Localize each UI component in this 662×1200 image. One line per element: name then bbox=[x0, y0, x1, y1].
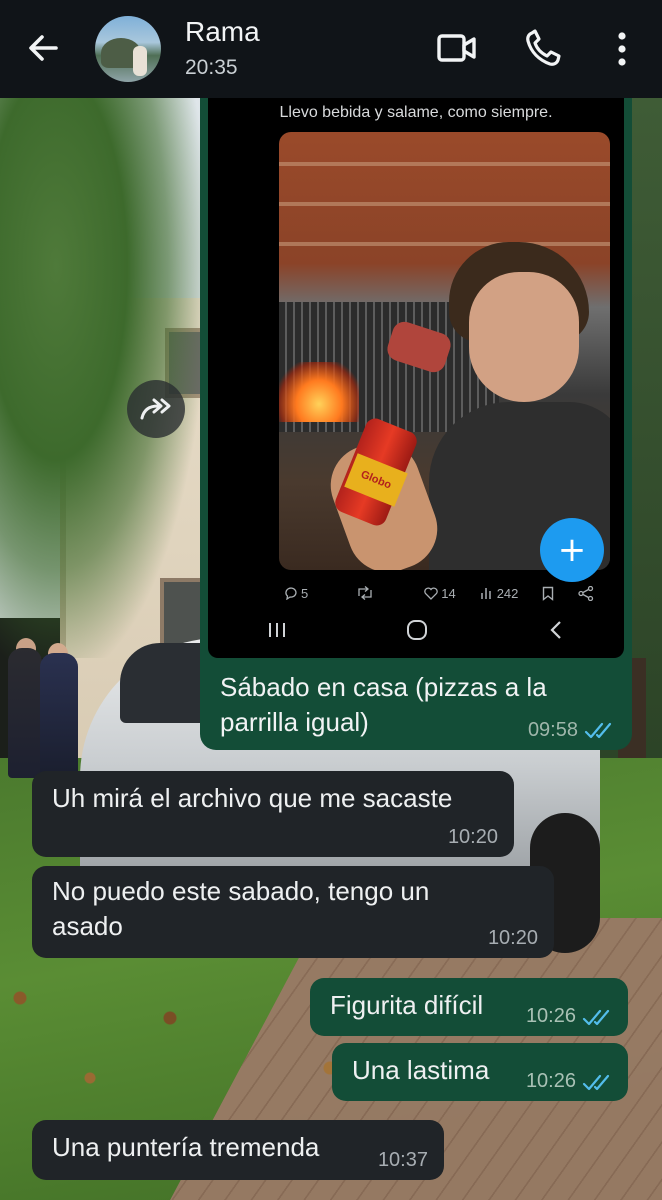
views-icon bbox=[480, 588, 491, 599]
message-text: Una lastima bbox=[352, 1055, 490, 1085]
message-time: 10:20 bbox=[447, 826, 498, 848]
heart-icon bbox=[424, 586, 438, 600]
back-nav-icon bbox=[550, 621, 561, 639]
message-time: 10:26 bbox=[525, 1070, 576, 1092]
message-text: Figurita difícil bbox=[330, 990, 484, 1020]
contact-avatar[interactable] bbox=[95, 16, 161, 82]
read-ticks-icon bbox=[582, 1009, 610, 1026]
message-time: 10:37 bbox=[377, 1149, 428, 1171]
more-options-icon[interactable] bbox=[608, 28, 636, 70]
brick-line bbox=[279, 162, 610, 166]
share-icon bbox=[578, 585, 594, 601]
last-seen-time: 20:35 bbox=[185, 56, 238, 79]
avatar-person bbox=[133, 46, 147, 76]
view-count-value: 242 bbox=[496, 585, 519, 601]
incoming-message[interactable]: Una puntería tremenda 10:37 bbox=[32, 1120, 444, 1180]
bookmark-icon bbox=[543, 586, 554, 601]
incoming-message[interactable]: Uh mirá el archivo que me sacaste 10:20 bbox=[32, 771, 514, 857]
like-count: 14 bbox=[424, 585, 456, 601]
message-text: Una puntería tremenda bbox=[52, 1132, 320, 1162]
outgoing-message[interactable]: Una lastima 10:26 bbox=[332, 1043, 628, 1101]
message-meta: 09:58 bbox=[528, 719, 616, 742]
wallpaper-person bbox=[40, 653, 78, 778]
outgoing-message[interactable]: Figurita difícil 10:26 bbox=[310, 978, 628, 1036]
forward-button[interactable] bbox=[127, 380, 185, 438]
phone-icon[interactable] bbox=[524, 28, 562, 68]
wallpaper-trees bbox=[0, 98, 200, 658]
outgoing-image-message[interactable]: Llevo bebida y salame, como siempre. Glo… bbox=[200, 98, 632, 750]
brick-line bbox=[279, 242, 610, 246]
compose-fab-plus-icon: + bbox=[540, 518, 604, 582]
reply-icon bbox=[285, 587, 297, 600]
like-count-value: 14 bbox=[441, 585, 456, 601]
message-text: Uh mirá el archivo que me sacaste bbox=[52, 783, 453, 813]
video-call-icon[interactable] bbox=[436, 30, 478, 66]
person-face bbox=[469, 272, 579, 402]
reply-count: 5 bbox=[284, 586, 308, 601]
android-nav-bar bbox=[208, 612, 624, 648]
forward-icon bbox=[140, 398, 171, 420]
wallpaper-person bbox=[8, 648, 42, 778]
retweet-icon bbox=[358, 586, 372, 600]
retweet bbox=[356, 586, 374, 600]
contact-name[interactable]: Rama bbox=[185, 16, 260, 48]
message-text: No puedo este sabado, tengo un asado bbox=[52, 876, 430, 941]
brick-line bbox=[279, 202, 610, 206]
tweet-text: Llevo bebida y salame, como siempre. bbox=[279, 104, 553, 121]
tweet-actions: 5 14 242 bbox=[284, 582, 614, 604]
recent-apps-icon bbox=[269, 623, 286, 637]
message-time: 10:20 bbox=[487, 927, 538, 949]
message-time: 10:26 bbox=[525, 1005, 576, 1027]
fire bbox=[279, 362, 359, 422]
incoming-message[interactable]: No puedo este sabado, tengo un asado 10:… bbox=[32, 866, 554, 958]
message-time: 09:58 bbox=[527, 719, 578, 741]
back-arrow-icon[interactable] bbox=[26, 28, 62, 68]
read-ticks-icon bbox=[584, 722, 612, 738]
read-ticks-icon bbox=[582, 1074, 610, 1091]
chat-header: Rama 20:35 bbox=[0, 0, 662, 98]
tweet-photo: Globo bbox=[279, 132, 610, 570]
reply-count-value: 5 bbox=[301, 585, 309, 601]
home-icon bbox=[406, 620, 427, 640]
shared-screenshot[interactable]: Llevo bebida y salame, como siempre. Glo… bbox=[208, 98, 624, 658]
wallpaper-car-window bbox=[120, 643, 210, 723]
view-count: 242 bbox=[480, 585, 519, 601]
